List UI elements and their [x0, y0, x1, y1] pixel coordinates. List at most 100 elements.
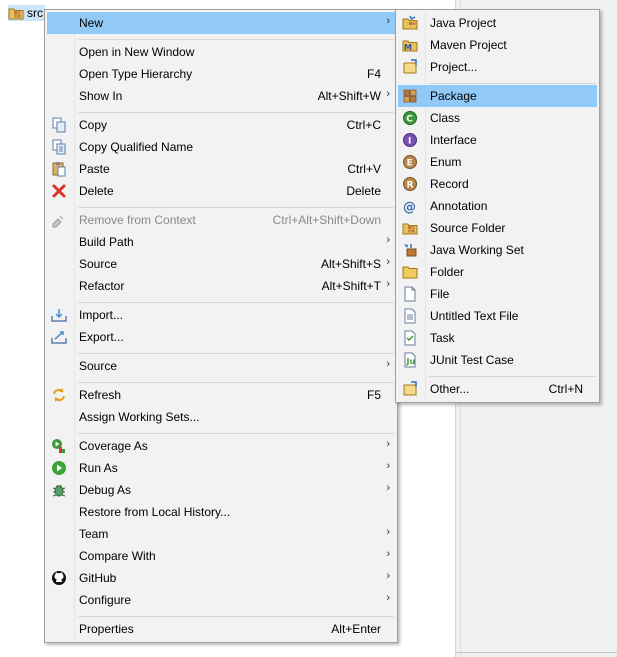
menu-item-junit-test-case[interactable]: Ju JUnit Test Case	[398, 349, 597, 371]
menu-item-github[interactable]: GitHub ›	[47, 567, 395, 589]
menu-item-task[interactable]: Task	[398, 327, 597, 349]
menu-item-maven-project[interactable]: M Maven Project	[398, 34, 597, 56]
remove-context-icon	[52, 215, 64, 228]
menu-item-delete[interactable]: Delete Delete	[47, 180, 395, 202]
menu-item-project[interactable]: Project...	[398, 56, 597, 78]
menu-separator	[429, 83, 596, 84]
menu-item-shortcut: Ctrl+C	[346, 118, 381, 132]
menu-item-shortcut: Alt+Shift+W	[317, 89, 381, 103]
menu-item-label: JUnit Test Case	[430, 353, 514, 367]
chevron-right-icon: ›	[386, 256, 390, 268]
menu-item-annotation[interactable]: @ Annotation	[398, 195, 597, 217]
menu-item-source-folder[interactable]: Source Folder	[398, 217, 597, 239]
menu-item-record[interactable]: R Record	[398, 173, 597, 195]
run-icon	[52, 461, 66, 475]
java-project-icon	[402, 15, 418, 30]
coverage-icon	[52, 439, 65, 453]
menu-item-debug-as[interactable]: Debug As ›	[47, 479, 395, 501]
menu-item-refactor[interactable]: Refactor Alt+Shift+T ›	[47, 275, 395, 297]
svg-text:Ju: Ju	[406, 357, 416, 366]
paste-icon	[52, 162, 66, 177]
chevron-right-icon: ›	[386, 278, 390, 290]
menu-item-team[interactable]: Team ›	[47, 523, 395, 545]
menu-item-source[interactable]: Source ›	[47, 355, 395, 377]
menu-item-package[interactable]: Package	[398, 85, 597, 107]
menu-item-label: Task	[430, 331, 455, 345]
svg-text:I: I	[408, 137, 411, 147]
menu-item-shortcut: Ctrl+Alt+Shift+Down	[272, 213, 381, 227]
class-icon: C	[403, 111, 417, 125]
menu-item-properties[interactable]: Properties Alt+Enter	[47, 618, 395, 640]
menu-item-import[interactable]: Import...	[47, 304, 395, 326]
tree-item-label: src	[27, 6, 43, 20]
menu-item-label: Source Folder	[430, 221, 506, 235]
menu-item-label: Properties	[79, 622, 134, 636]
context-menu: New › Open in New Window Open Type Hierarch…	[44, 9, 398, 643]
menu-item-label: Configure	[79, 593, 132, 607]
menu-item-label: Package	[430, 89, 477, 103]
menu-item-file[interactable]: File	[398, 283, 597, 305]
task-icon	[404, 330, 416, 346]
menu-separator	[78, 616, 394, 617]
copy-qualified-icon	[52, 139, 66, 155]
menu-item-label: Delete	[79, 184, 114, 198]
menu-item-show-in[interactable]: Show In Alt+Shift+W ›	[47, 85, 395, 107]
menu-item-coverage-as[interactable]: Coverage As ›	[47, 435, 395, 457]
menu-item-open-in-new-window[interactable]: Open in New Window	[47, 41, 395, 63]
github-icon	[52, 571, 66, 585]
menu-item-java-project[interactable]: Java Project	[398, 12, 597, 34]
chevron-right-icon: ›	[386, 358, 390, 370]
menu-item-label: Other...	[430, 382, 470, 396]
menu-item-interface[interactable]: I Interface	[398, 129, 597, 151]
menu-item-untitled-text-file[interactable]: Untitled Text File	[398, 305, 597, 327]
menu-item-shortcut: F4	[366, 67, 381, 81]
menu-separator	[78, 39, 394, 40]
annotation-icon: @	[403, 200, 416, 214]
menu-item-label: Annotation	[430, 199, 488, 213]
java-working-set-icon	[404, 244, 417, 257]
menu-item-label: Java Project	[430, 16, 497, 30]
tree-item-src[interactable]: src	[8, 5, 45, 21]
chevron-right-icon: ›	[386, 88, 390, 100]
menu-item-copy-qualified-name[interactable]: Copy Qualified Name	[47, 136, 395, 158]
menu-item-label: Remove from Context	[79, 213, 196, 227]
export-icon	[51, 331, 67, 344]
menu-item-java-working-set[interactable]: Java Working Set	[398, 239, 597, 261]
menu-item-label: Folder	[430, 265, 465, 279]
maven-project-icon: M	[402, 40, 418, 52]
menu-item-source[interactable]: Source Alt+Shift+S ›	[47, 253, 395, 275]
menu-item-paste[interactable]: Paste Ctrl+V	[47, 158, 395, 180]
menu-item-label: Copy Qualified Name	[79, 140, 194, 154]
menu-item-label: Debug As	[79, 483, 132, 497]
menu-item-shortcut: Alt+Shift+S	[320, 257, 381, 271]
menu-item-compare-with[interactable]: Compare With ›	[47, 545, 395, 567]
debug-icon	[52, 484, 66, 497]
menu-item-label: Open Type Hierarchy	[79, 67, 193, 81]
chevron-right-icon: ›	[386, 570, 390, 582]
menu-item-label: Coverage As	[79, 439, 148, 453]
menu-item-folder[interactable]: Folder	[398, 261, 597, 283]
menu-item-enum[interactable]: E Enum	[398, 151, 597, 173]
menu-item-other[interactable]: Other... Ctrl+N	[398, 378, 597, 400]
menu-item-run-as[interactable]: Run As ›	[47, 457, 395, 479]
menu-item-label: Source	[79, 359, 118, 373]
menu-item-configure[interactable]: Configure ›	[47, 589, 395, 611]
other-icon	[403, 381, 417, 396]
menu-item-label: Project...	[430, 60, 478, 74]
menu-item-build-path[interactable]: Build Path ›	[47, 231, 395, 253]
menu-item-open-type-hierarchy[interactable]: Open Type Hierarchy F4	[47, 63, 395, 85]
new-submenu: Java Project M Maven Project Project... Pack…	[395, 9, 600, 403]
refresh-icon	[53, 388, 65, 402]
menu-item-class[interactable]: C Class	[398, 107, 597, 129]
menu-item-label: Record	[430, 177, 469, 191]
menu-item-refresh[interactable]: Refresh F5	[47, 384, 395, 406]
project-icon	[403, 59, 417, 74]
menu-item-label: Show In	[79, 89, 123, 103]
menu-item-restore-from-local-history[interactable]: Restore from Local History...	[47, 501, 395, 523]
menu-item-label: Paste	[79, 162, 110, 176]
menu-item-copy[interactable]: Copy Ctrl+C	[47, 114, 395, 136]
menu-item-label: Interface	[430, 133, 477, 147]
menu-item-new[interactable]: New ›	[47, 12, 395, 34]
menu-item-export[interactable]: Export...	[47, 326, 395, 348]
menu-item-assign-working-sets[interactable]: Assign Working Sets...	[47, 406, 395, 428]
